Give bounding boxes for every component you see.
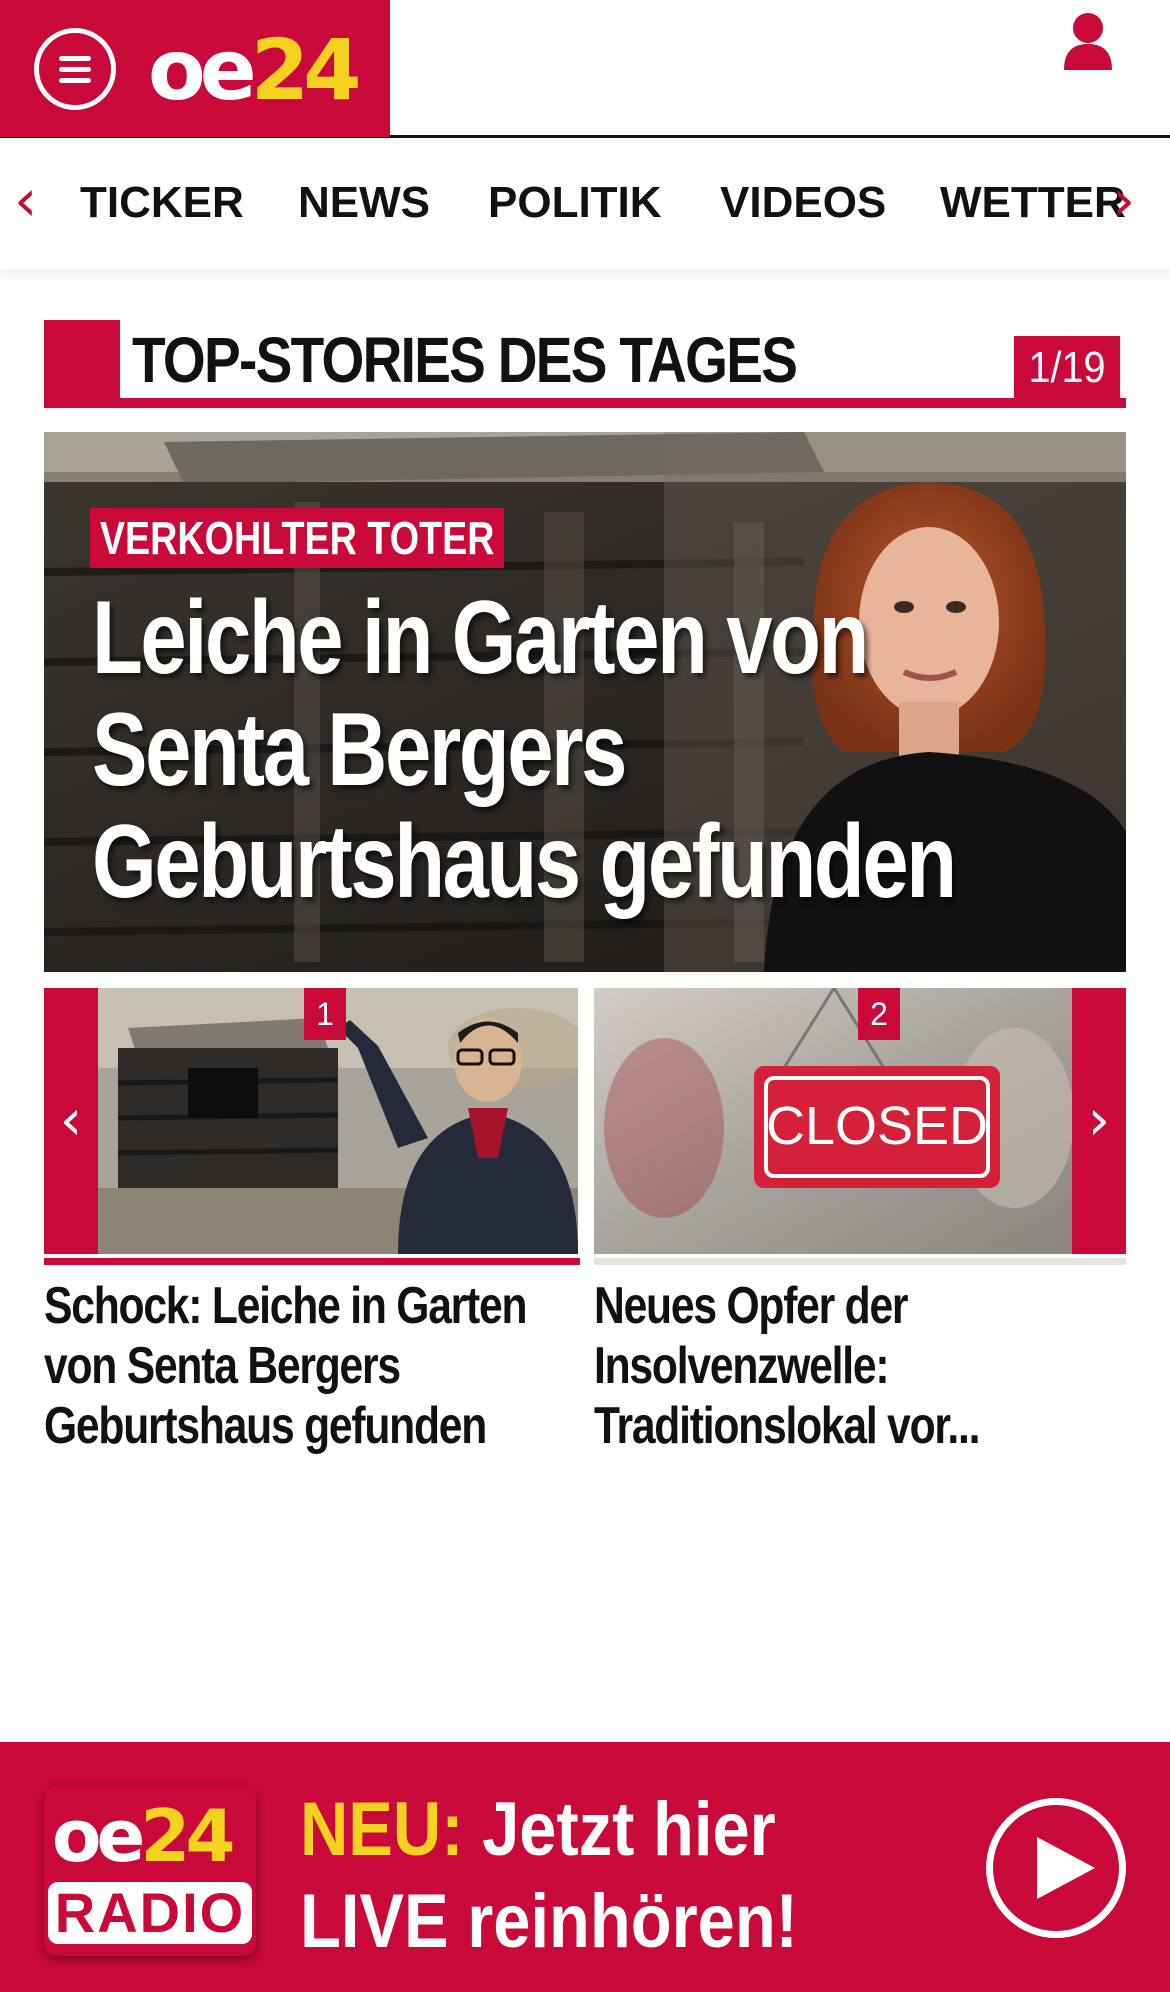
nav-item-wetter[interactable]: WETTER xyxy=(940,178,1126,228)
section-accent-block xyxy=(44,320,120,408)
nav-prev-arrow-icon[interactable]: ‹ xyxy=(14,170,37,230)
carousel-number-badge: 1 xyxy=(304,988,346,1040)
logo-text-oe: oe xyxy=(148,21,257,119)
closed-sign-text: CLOSED xyxy=(766,1096,988,1156)
carousel-caption-2[interactable]: Neues Opfer der Insolvenzwelle: Traditio… xyxy=(594,1276,1102,1456)
radio-logo-oe: oe xyxy=(52,1794,145,1878)
brand-box: oe24 xyxy=(0,0,390,137)
hero-tag: VERKOHLTER TOTER xyxy=(90,508,505,568)
radio-logo-wordmark: oe24 xyxy=(52,1794,236,1878)
hero-story[interactable]: VERKOHLTER TOTER Leiche in Garten von Se… xyxy=(44,432,1126,972)
radio-banner[interactable]: oe24 RADIO NEU: Jetzt hier LIVE reinhöre… xyxy=(0,1742,1170,1992)
carousel-thumb-1[interactable]: 1 xyxy=(98,988,578,1254)
section-title: TOP-STORIES DES TAGES xyxy=(132,324,798,396)
radio-cta-highlight: NEU: xyxy=(300,1787,464,1872)
nav-next-arrow-icon[interactable]: › xyxy=(1112,170,1135,230)
radio-cta-line1-rest: Jetzt hier xyxy=(463,1787,776,1872)
carousel-caption-1[interactable]: Schock: Leiche in Garten von Senta Berge… xyxy=(44,1276,552,1456)
hero-headline: Leiche in Garten von Senta Bergers Gebur… xyxy=(92,580,957,920)
thumb-image-closed-sign: CLOSED xyxy=(594,988,1072,1254)
nav-item-videos[interactable]: VIDEOS xyxy=(720,178,886,228)
carousel-inactive-indicator xyxy=(594,1258,1126,1265)
radio-logo: oe24 RADIO xyxy=(44,1786,256,1956)
nav-item-ticker[interactable]: TICKER xyxy=(80,178,244,228)
radio-cta-line2: LIVE reinhören! xyxy=(300,1879,798,1964)
section-header: TOP-STORIES DES TAGES 1/19 xyxy=(44,320,1126,408)
logo-text-24: 24 xyxy=(250,21,362,119)
carousel-prev-arrow-icon[interactable]: ‹ xyxy=(44,988,98,1254)
category-nav: ‹ TICKER NEWS POLITIK VIDEOS WETTER › xyxy=(0,140,1170,270)
carousel-thumb-2[interactable]: CLOSED 2 xyxy=(594,988,1072,1254)
nav-item-politik[interactable]: POLITIK xyxy=(488,178,662,228)
play-icon[interactable] xyxy=(986,1798,1126,1938)
site-logo[interactable]: oe24 xyxy=(148,20,362,120)
carousel-next-arrow-icon[interactable]: › xyxy=(1072,988,1126,1254)
radio-cta-text: NEU: Jetzt hier LIVE reinhören! xyxy=(300,1784,798,1968)
carousel-active-indicator xyxy=(44,1258,580,1265)
radio-logo-sub: RADIO xyxy=(48,1882,252,1944)
carousel-number-badge: 2 xyxy=(858,988,900,1040)
hamburger-menu-icon[interactable] xyxy=(34,28,116,110)
user-icon[interactable] xyxy=(1062,12,1114,72)
story-carousel: ‹ 1 CLOSED 2 › xyxy=(44,988,1126,1254)
site-header: oe24 xyxy=(0,0,1170,138)
radio-logo-24: 24 xyxy=(140,1794,235,1878)
nav-item-news[interactable]: NEWS xyxy=(298,178,430,228)
radio-cta-line1: NEU: Jetzt hier xyxy=(300,1784,798,1876)
story-counter: 1/19 xyxy=(1013,336,1121,400)
